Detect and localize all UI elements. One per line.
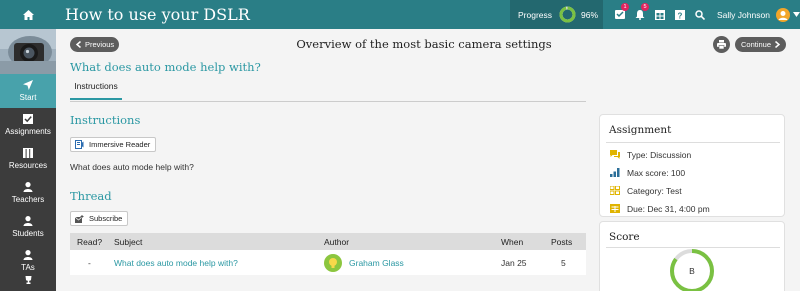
bell-icon	[635, 9, 645, 20]
home-icon	[22, 9, 34, 20]
course-image	[0, 29, 56, 74]
sidebar-item-resources[interactable]: Resources	[0, 142, 56, 176]
thread-date: Jan 25	[501, 257, 527, 268]
continue-button[interactable]: Continue	[735, 37, 786, 52]
chevron-left-icon	[76, 41, 81, 48]
divider	[606, 142, 780, 143]
subscribe-label: Subscribe	[89, 214, 123, 223]
thread-heading: Thread	[70, 189, 112, 203]
compass-arrow-icon	[23, 80, 33, 90]
progress-ring	[559, 6, 576, 23]
column-header-when[interactable]: When	[501, 233, 523, 250]
sidebar-item-label: TAs	[21, 263, 35, 272]
column-header-subject[interactable]: Subject	[114, 233, 142, 250]
tab-instructions[interactable]: Instructions	[70, 81, 122, 100]
sidebar-item-label: Students	[12, 229, 44, 238]
help-icon: ?	[675, 9, 685, 20]
sidebar-item-label: Start	[19, 93, 37, 102]
discussion-icon	[610, 150, 620, 159]
svg-text:?: ?	[678, 11, 683, 20]
sidebar-item-label: Teachers	[11, 195, 45, 204]
column-header-read: Read?	[77, 236, 103, 247]
question-title: What does auto mode help with?	[70, 60, 261, 74]
sidebar-item-label: Resources	[8, 161, 48, 170]
table-header: Read? Subject Author When Posts	[70, 233, 586, 250]
sidebar: Start Assignments Resources Teachers Stu…	[0, 29, 56, 291]
avatar[interactable]	[775, 7, 790, 22]
immersive-reader-button[interactable]: Immersive Reader	[70, 137, 157, 152]
printer-icon	[717, 40, 726, 49]
sidebar-item-students[interactable]: Students	[0, 210, 56, 244]
column-header-author[interactable]: Author	[324, 233, 349, 250]
thread-subject-link[interactable]: What does auto mode help with?	[114, 250, 238, 275]
user-name[interactable]: Sally Johnson	[717, 10, 770, 20]
thread-post-count: 5	[561, 257, 566, 268]
assignment-max-score: Max score: 100	[610, 167, 685, 178]
previous-button[interactable]: Previous	[70, 37, 119, 52]
immersive-reader-label: Immersive Reader	[89, 140, 151, 149]
subscribe-button[interactable]: Subscribe	[70, 211, 129, 226]
page-title: Overview of the most basic camera settin…	[296, 37, 552, 51]
calendar-icon	[610, 204, 620, 213]
sidebar-item-assignments[interactable]: Assignments	[0, 108, 56, 142]
search-button[interactable]	[690, 0, 710, 29]
read-status: -	[88, 257, 91, 268]
assignment-title: Assignment	[609, 124, 672, 136]
score-grade: B	[689, 266, 695, 276]
category-icon	[610, 186, 620, 195]
sidebar-item-teachers[interactable]: Teachers	[0, 176, 56, 210]
notifications-badge: 5	[641, 3, 649, 11]
chevron-right-icon	[775, 41, 781, 48]
help-button[interactable]: ?	[670, 0, 690, 29]
continue-label: Continue	[741, 40, 772, 49]
home-button[interactable]	[0, 0, 56, 29]
trophy-icon	[25, 275, 31, 284]
instructions-heading: Instructions	[70, 113, 141, 127]
main-content: Previous Overview of the most basic came…	[56, 29, 800, 291]
bar-chart-icon	[610, 168, 620, 177]
inbox-badge: 1	[621, 3, 629, 11]
chevron-down-icon[interactable]	[792, 12, 800, 17]
question-text: What does auto mode help with?	[70, 162, 194, 172]
person-icon	[23, 182, 33, 192]
course-title[interactable]: How to use your DSLR	[65, 5, 250, 24]
inbox-button[interactable]: 1	[610, 0, 630, 29]
score-title: Score	[609, 231, 640, 243]
progress-value: 96%	[581, 9, 599, 20]
person-icon	[23, 216, 33, 226]
subscribe-icon	[75, 214, 84, 223]
assignment-type: Type: Discussion	[610, 149, 691, 160]
author-avatar[interactable]	[324, 253, 342, 272]
person-icon	[23, 250, 33, 260]
inbox-icon	[615, 10, 625, 19]
calendar-button[interactable]	[650, 0, 670, 29]
sidebar-item-start[interactable]: Start	[0, 74, 56, 108]
top-icons: 1 5 ? Sally Johnson	[610, 0, 800, 29]
books-icon	[23, 148, 33, 158]
sidebar-item-label: Assignments	[5, 127, 51, 136]
assignment-category: Category: Test	[610, 185, 682, 196]
progress-label: Progress	[518, 9, 553, 20]
previous-label: Previous	[85, 40, 115, 49]
notifications-button[interactable]: 5	[630, 0, 650, 29]
author-cell: Graham Glass	[324, 250, 404, 275]
author-name-link[interactable]: Graham Glass	[349, 258, 404, 268]
immersive-reader-icon	[75, 140, 84, 149]
sidebar-item-trophy[interactable]	[0, 273, 56, 289]
assignment-due: Due: Dec 31, 4:00 pm	[610, 203, 710, 214]
progress-indicator[interactable]: Progress 96%	[510, 0, 603, 29]
assignment-card: Assignment Type: Discussion Max score: 1…	[599, 114, 785, 217]
score-card: Score B	[599, 221, 785, 291]
calendar-icon	[655, 9, 665, 20]
checkbox-icon	[23, 114, 33, 124]
column-header-posts[interactable]: Posts	[551, 233, 572, 250]
thread-table: Read? Subject Author When Posts - What d…	[70, 233, 586, 275]
tabs-divider	[70, 101, 586, 102]
table-row[interactable]: - What does auto mode help with? Graham …	[70, 250, 586, 275]
search-icon	[695, 9, 705, 20]
print-button[interactable]	[713, 36, 730, 53]
